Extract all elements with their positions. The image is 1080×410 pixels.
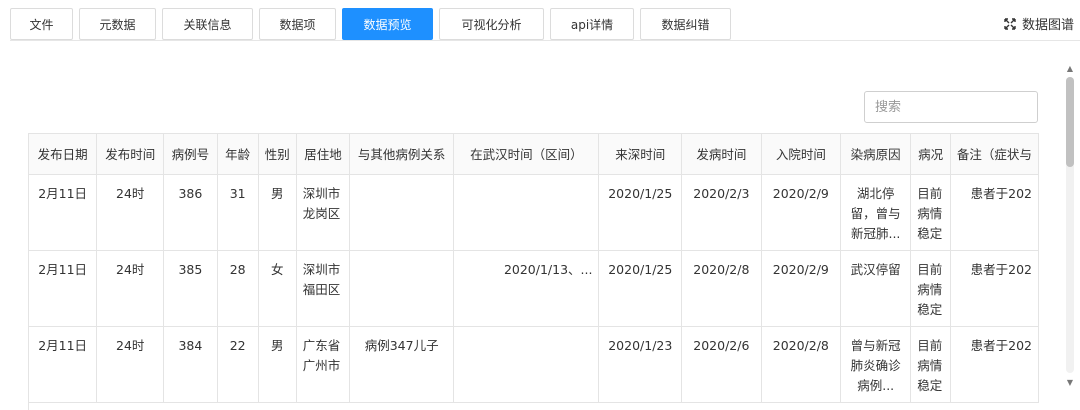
col-header-admission-time[interactable]: 入院时间 [761, 134, 842, 175]
cell-relation [349, 174, 455, 251]
scroll-down-icon[interactable]: ▼ [1065, 379, 1075, 387]
col-header-publish-date[interactable]: 发布日期 [29, 134, 98, 175]
cell-admission-time: 2020/2/9 [761, 250, 842, 327]
cell-relation [349, 250, 455, 327]
cell-wuhan-period: 2020/1/13、... [453, 250, 600, 327]
cell-arrival-time: 2020/1/23 [598, 326, 683, 403]
col-header-residence[interactable]: 居住地 [296, 134, 351, 175]
tab-bar: 文件 元数据 关联信息 数据项 数据预览 可视化分析 api详情 数据纠错 [10, 8, 731, 40]
col-header-cause[interactable]: 染病原因 [840, 134, 912, 175]
cell-onset-time: 2020/2/8 [681, 250, 762, 327]
col-header-relation[interactable]: 与其他病例关系 [349, 134, 455, 175]
cell-notes: 患者于202 [950, 326, 1039, 403]
data-table-container: 发布日期 发布时间 病例号 年龄 性别 居住地 与其他病例关系 在武汉时间（区间… [28, 133, 1039, 410]
data-table: 发布日期 发布时间 病例号 年龄 性别 居住地 与其他病例关系 在武汉时间（区间… [29, 134, 1039, 403]
col-header-onset-time[interactable]: 发病时间 [681, 134, 762, 175]
tab-metadata[interactable]: 元数据 [79, 8, 156, 40]
cell-gender: 男 [258, 174, 297, 251]
cell-publish-time: 24时 [96, 326, 165, 403]
col-header-wuhan-period[interactable]: 在武汉时间（区间） [453, 134, 600, 175]
cell-residence: 深圳市福田区 [296, 250, 351, 327]
cell-onset-time: 2020/2/6 [681, 326, 762, 403]
cell-wuhan-period [453, 326, 600, 403]
cell-cause: 武汉停留 [840, 250, 912, 327]
cell-case-no: 384 [163, 326, 218, 403]
col-header-case-no[interactable]: 病例号 [163, 134, 218, 175]
cell-arrival-time: 2020/1/25 [598, 250, 683, 327]
cell-onset-time: 2020/2/3 [681, 174, 762, 251]
tab-data-correction[interactable]: 数据纠错 [640, 8, 731, 40]
data-graph-link[interactable]: 数据图谱 [1004, 14, 1074, 33]
cell-case-no: 385 [163, 250, 218, 327]
cell-cause: 曾与新冠肺炎确诊病例... [840, 326, 912, 403]
cell-residence: 广东省广州市 [296, 326, 351, 403]
cell-publish-date: 2月11日 [29, 250, 98, 327]
tab-files[interactable]: 文件 [10, 8, 73, 40]
scroll-up-icon[interactable]: ▲ [1065, 65, 1075, 73]
cell-condition: 目前病情稳定 [910, 174, 951, 251]
cell-age: 22 [217, 326, 259, 403]
col-header-notes[interactable]: 备注（症状与 [950, 134, 1039, 175]
cell-condition: 目前病情稳定 [910, 250, 951, 327]
cell-gender: 女 [258, 250, 297, 327]
tab-data-preview[interactable]: 数据预览 [342, 8, 433, 40]
table-row[interactable]: 2月11日 24时 384 22 男 广东省广州市 病例347儿子 2020/1… [29, 326, 1039, 403]
col-header-publish-time[interactable]: 发布时间 [96, 134, 165, 175]
vertical-scrollbar[interactable]: ▲ ▼ [1063, 65, 1077, 387]
tabs-divider [10, 40, 1080, 41]
cell-arrival-time: 2020/1/25 [598, 174, 683, 251]
expand-icon [1004, 17, 1016, 30]
cell-gender: 男 [258, 326, 297, 403]
cell-relation: 病例347儿子 [349, 326, 455, 403]
table-header-row: 发布日期 发布时间 病例号 年龄 性别 居住地 与其他病例关系 在武汉时间（区间… [29, 134, 1039, 175]
tab-data-items[interactable]: 数据项 [259, 8, 336, 40]
cell-admission-time: 2020/2/9 [761, 174, 842, 251]
cell-notes: 患者于202 [950, 250, 1039, 327]
cell-age: 28 [217, 250, 259, 327]
data-graph-label: 数据图谱 [1021, 18, 1074, 33]
cell-residence: 深圳市龙岗区 [296, 174, 351, 251]
col-header-arrival-time[interactable]: 来深时间 [598, 134, 683, 175]
scrollbar-thumb[interactable] [1066, 77, 1074, 167]
cell-wuhan-period [453, 174, 600, 251]
cell-admission-time: 2020/2/8 [761, 326, 842, 403]
col-header-age[interactable]: 年龄 [217, 134, 259, 175]
cell-notes: 患者于202 [950, 174, 1039, 251]
cell-cause: 湖北停留，曾与新冠肺... [840, 174, 912, 251]
col-header-condition[interactable]: 病况 [910, 134, 951, 175]
cell-age: 31 [217, 174, 259, 251]
table-row[interactable]: 2月11日 24时 385 28 女 深圳市福田区 2020/1/13、... … [29, 250, 1039, 327]
cell-publish-date: 2月11日 [29, 174, 98, 251]
col-header-gender[interactable]: 性别 [258, 134, 297, 175]
tab-api-details[interactable]: api详情 [550, 8, 634, 40]
cell-publish-time: 24时 [96, 250, 165, 327]
cell-case-no: 386 [163, 174, 218, 251]
tab-visual-analysis[interactable]: 可视化分析 [439, 8, 544, 40]
search-input[interactable] [864, 91, 1038, 123]
cell-publish-date: 2月11日 [29, 326, 98, 403]
cell-condition: 目前病情稳定 [910, 326, 951, 403]
table-row[interactable]: 2月11日 24时 386 31 男 深圳市龙岗区 2020/1/25 2020… [29, 174, 1039, 251]
cell-publish-time: 24时 [96, 174, 165, 251]
tab-related-info[interactable]: 关联信息 [162, 8, 253, 40]
